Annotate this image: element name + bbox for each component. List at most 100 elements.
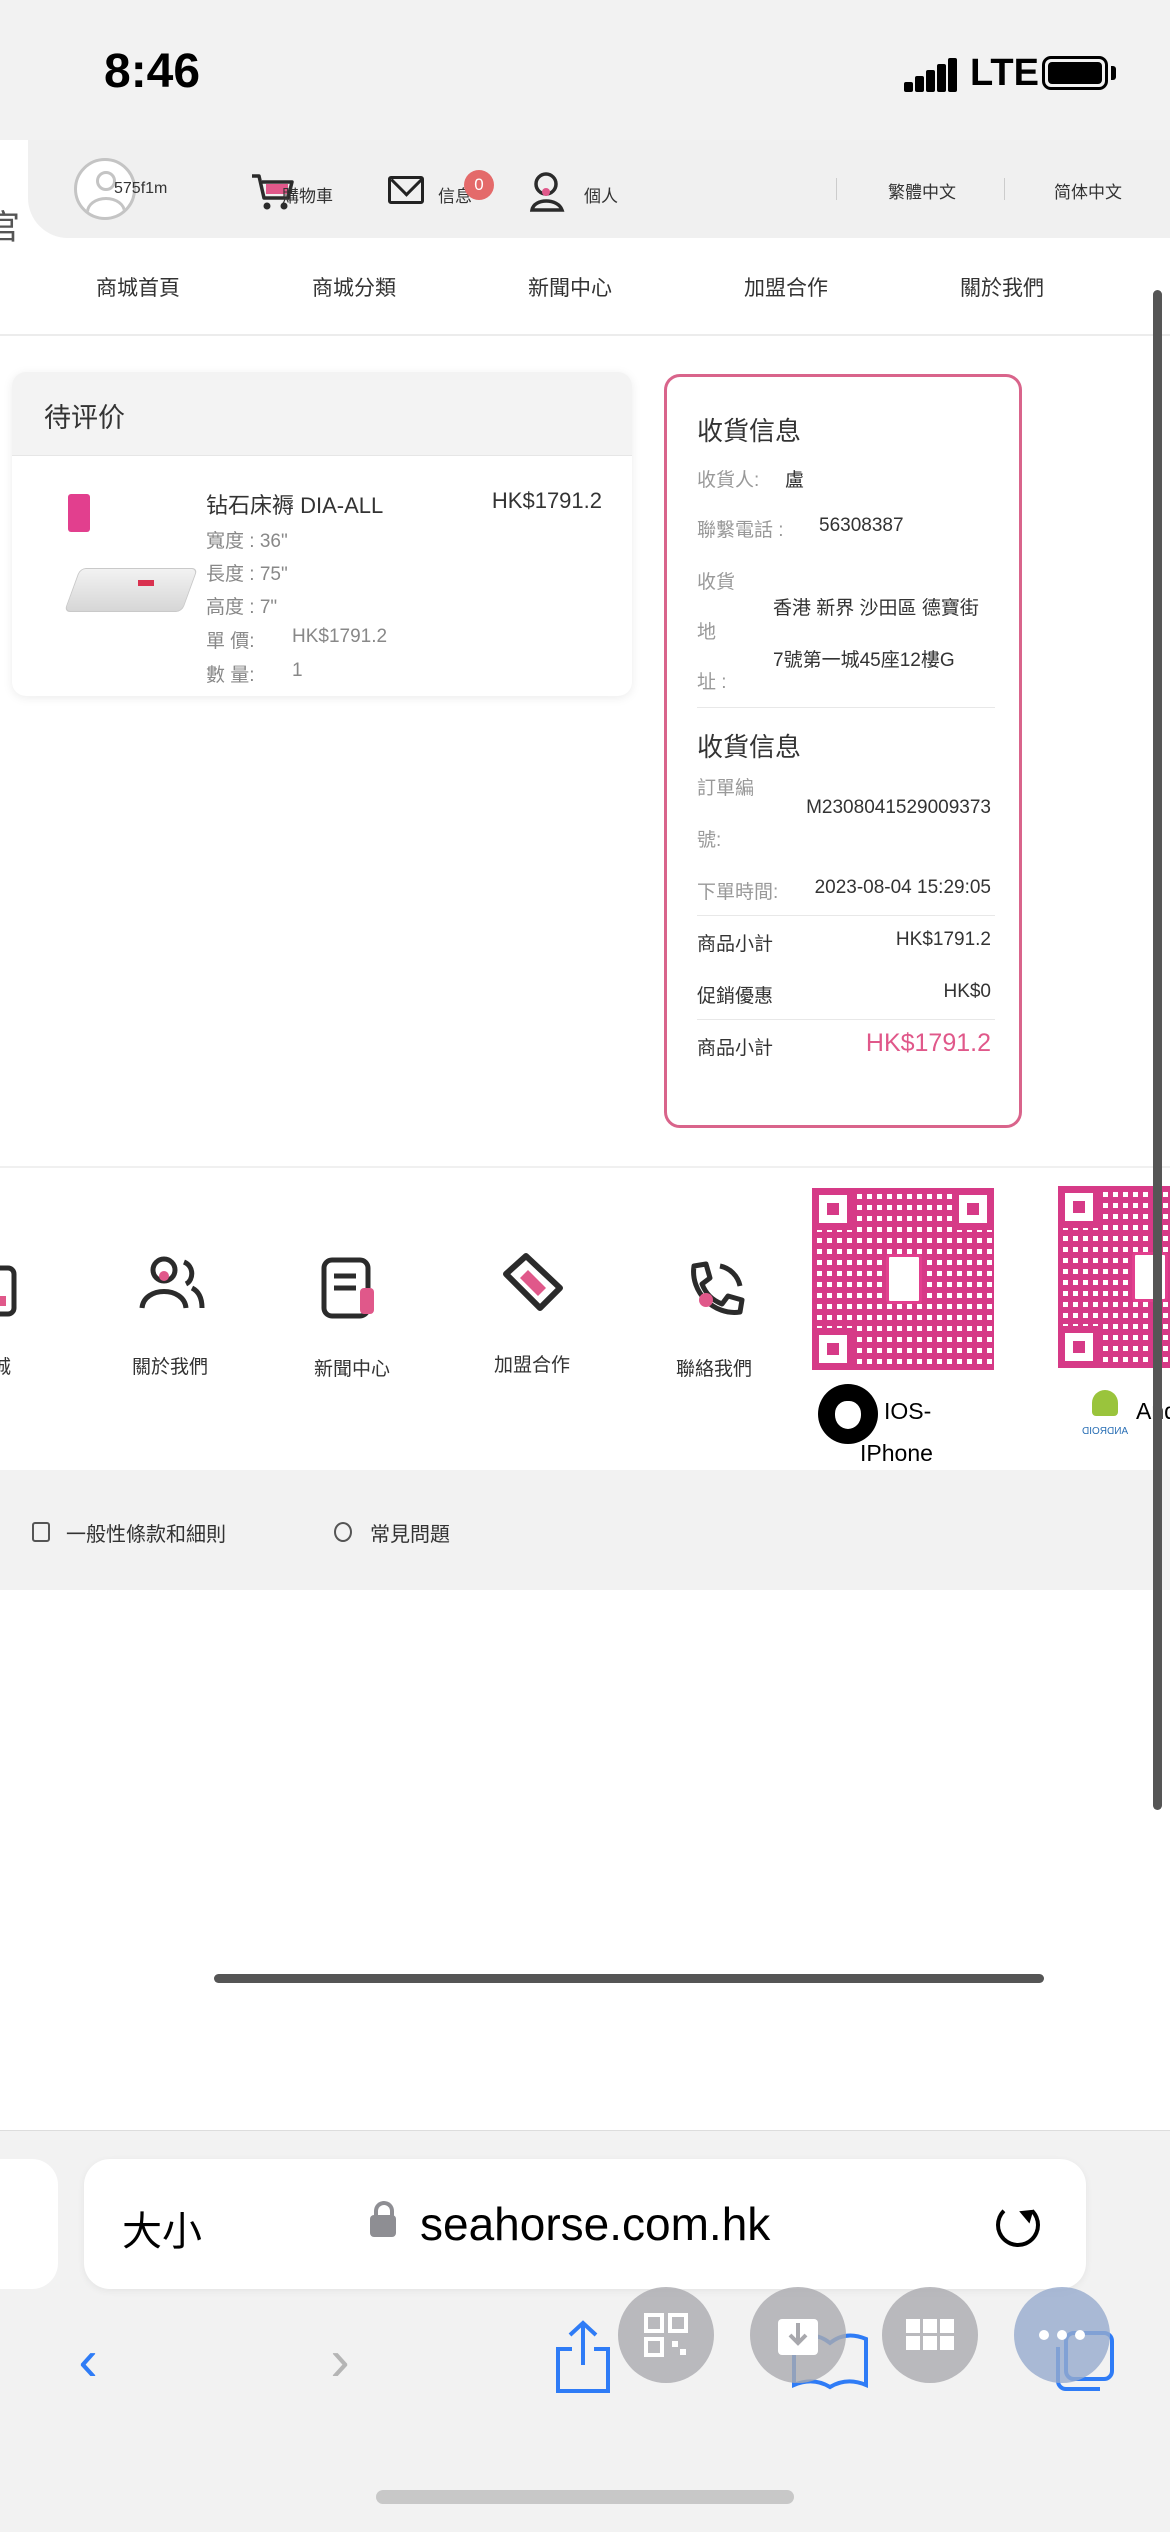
product-name[interactable]: 钻石床褥 DIA-ALL (206, 488, 383, 520)
nav-news[interactable]: 新聞中心 (528, 272, 612, 302)
grid-icon (906, 2319, 954, 2350)
qr-scan-button[interactable] (618, 2287, 714, 2383)
document-icon (32, 1522, 50, 1542)
nav-categories[interactable]: 商城分類 (312, 272, 396, 302)
footer-about-label[interactable]: 關於我們 (132, 1352, 208, 1379)
news-icon[interactable] (316, 1254, 386, 1324)
ios-qr-code[interactable] (812, 1188, 994, 1370)
address-line-1: 香港 新界 沙田區 德寶街 (773, 598, 979, 619)
faq-link[interactable]: 常見問題 (370, 1518, 450, 1547)
about-us-icon[interactable] (136, 1252, 206, 1322)
shipping-title: 收貨信息 (697, 416, 802, 446)
divider (697, 1019, 995, 1020)
lang-divider (836, 178, 837, 200)
product-image[interactable] (50, 490, 200, 640)
divider (697, 707, 995, 708)
download-icon (778, 2319, 818, 2355)
divider (0, 1166, 1170, 1168)
vertical-scrollbar[interactable] (1153, 290, 1162, 1810)
battery-tip (1111, 66, 1116, 80)
home-indicator[interactable] (376, 2490, 794, 2504)
order-no-label: 訂單編 (697, 778, 755, 799)
spec-width: 寬度 : 36" (206, 531, 288, 552)
share-icon[interactable] (552, 2319, 614, 2395)
address-bar[interactable]: 大小 seahorse.com.hk (84, 2159, 1086, 2289)
address-label: 收貨 (697, 572, 736, 593)
network-type: LTE (970, 52, 1039, 94)
text-size-button[interactable]: 大小 (122, 2199, 202, 2257)
shipping-card: 收貨信息 收貨人: 盧 聯繫電話 : 56308387 收貨 地 址 : 香港 … (664, 374, 1022, 1128)
footer-links-bar: 一般性條款和細則 常見問題 (0, 1470, 1170, 1590)
divider (697, 915, 995, 916)
order-time: 2023-08-04 15:29:05 (814, 877, 991, 898)
spec-length: 長度 : 75" (206, 564, 288, 585)
nav-about[interactable]: 關於我們 (960, 272, 1044, 302)
grid-button[interactable] (882, 2287, 978, 2383)
apple-icon (818, 1384, 878, 1444)
more-button[interactable] (1014, 2287, 1110, 2383)
question-icon (334, 1522, 352, 1542)
footer-news-label[interactable]: 新聞中心 (314, 1354, 390, 1381)
address-label: 址 : (697, 672, 727, 693)
lang-divider (1004, 178, 1005, 200)
web-page: 官 575f1m 購物車 信息 0 個人 繁體中文 简体中文 商城首頁 商城分類… (0, 140, 1170, 2130)
horizontal-scrollbar[interactable] (214, 1974, 1044, 1983)
brand-logo-icon (1132, 1252, 1168, 1302)
address-label: 地 (697, 622, 717, 643)
ios-label-2[interactable]: IPhone (860, 1440, 933, 1467)
status-time: 8:46 (104, 45, 201, 98)
signal-icon (904, 58, 957, 92)
lock-icon (370, 2201, 396, 2237)
footer-mall-label[interactable]: 城 (0, 1352, 11, 1379)
ios-label[interactable]: IOS- (884, 1398, 931, 1425)
back-icon[interactable]: ‹ (54, 2327, 122, 2395)
brand-logo-icon (886, 1254, 922, 1304)
nav-join[interactable]: 加盟合作 (744, 272, 828, 302)
recipient-label: 收貨人: (697, 470, 760, 491)
mall-icon[interactable] (0, 1256, 30, 1326)
messages-badge: 0 (464, 170, 494, 200)
browser-toolbar: 大小 seahorse.com.hk ‹ › (0, 2130, 1170, 2532)
subtotal-label: 商品小計 (697, 934, 774, 955)
handshake-icon[interactable] (498, 1248, 568, 1318)
promo-label: 促銷優惠 (697, 986, 774, 1007)
total-label: 商品小計 (697, 1038, 774, 1059)
previous-tab[interactable] (0, 2159, 58, 2289)
qr-icon (644, 2313, 688, 2357)
address-line-2: 7號第一城45座12樓G (773, 650, 955, 671)
order-info-title: 收貨信息 (697, 732, 802, 762)
username[interactable]: 575f1m (114, 180, 167, 198)
total-value: HK$1791.2 (865, 1029, 991, 1057)
footer-contact-label[interactable]: 聯絡我們 (676, 1354, 752, 1381)
android-icon (1092, 1390, 1118, 1416)
promo-value: HK$0 (943, 981, 991, 1002)
cart-label[interactable]: 購物車 (282, 182, 333, 207)
reload-icon[interactable] (996, 2203, 1040, 2247)
download-button[interactable] (750, 2287, 846, 2383)
phone-label: 聯繫電話 : (697, 520, 784, 541)
nav-home[interactable]: 商城首頁 (96, 272, 180, 302)
terms-link[interactable]: 一般性條款和細則 (66, 1518, 226, 1547)
phone-icon[interactable] (680, 1256, 750, 1326)
lang-simplified[interactable]: 简体中文 (1054, 178, 1122, 203)
order-number: M2308041529009373 (806, 797, 991, 818)
order-no-label: 號: (697, 830, 722, 851)
status-bar: 8:46 LTE (0, 0, 1170, 140)
url-text[interactable]: seahorse.com.hk (420, 2197, 770, 2251)
product-price: HK$1791.2 (491, 488, 602, 513)
person-icon[interactable] (528, 170, 568, 214)
mail-icon[interactable] (388, 176, 424, 204)
main-nav: 商城首頁 商城分類 新聞中心 加盟合作 關於我們 (0, 238, 1170, 336)
android-logo-text: ANDROID (1082, 1426, 1129, 1437)
order-status-title: 待评价 (12, 372, 632, 456)
lang-traditional[interactable]: 繁體中文 (888, 178, 956, 203)
footer-join-label[interactable]: 加盟合作 (494, 1350, 570, 1377)
battery-icon (1042, 56, 1108, 90)
brand-logo-icon (68, 494, 90, 532)
profile-label[interactable]: 個人 (584, 182, 618, 207)
unit-price: HK$1791.2 (292, 626, 388, 647)
subtotal-value: HK$1791.2 (895, 929, 991, 950)
spec-height: 高度 : 7" (206, 597, 278, 618)
more-icon (1039, 2330, 1085, 2340)
forward-icon[interactable]: › (306, 2327, 374, 2395)
